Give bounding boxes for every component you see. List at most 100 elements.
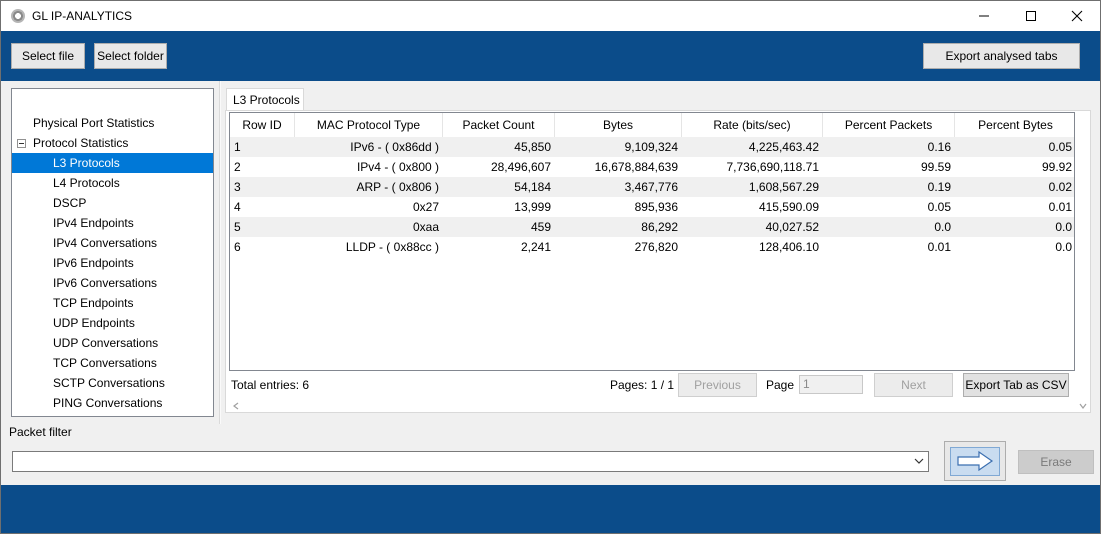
app-gear-icon <box>11 9 25 23</box>
tree-item-sctp-conversations[interactable]: SCTP Conversations <box>50 373 171 393</box>
tree-item-tcp-conversations[interactable]: TCP Conversations <box>50 353 163 373</box>
apply-filter-button[interactable] <box>944 441 1006 481</box>
scroll-left-icon[interactable] <box>229 399 243 413</box>
minimize-button[interactable] <box>961 1 1007 31</box>
page-number-input[interactable]: 1 <box>799 375 863 394</box>
cell-percent-bytes: 0.01 <box>1048 200 1072 214</box>
cell-bytes: 9,109,324 <box>624 140 678 154</box>
cell-percent-bytes: 0.02 <box>1048 180 1072 194</box>
cell-percent-bytes: 0.0 <box>1055 220 1072 234</box>
horizontal-scrollbar[interactable] <box>229 399 1075 413</box>
statistics-tree: Physical Port Statistics Protocol Statis… <box>11 88 214 417</box>
cell-rate: 40,027.52 <box>765 220 819 234</box>
bottom-bar <box>1 485 1100 533</box>
tree-item-ping-conversations[interactable]: PING Conversations <box>50 393 168 413</box>
cell-percent-packets: 0.01 <box>927 240 951 254</box>
table-row[interactable]: 2 IPv4 - ( 0x800 ) 28,496,607 16,678,884… <box>230 157 1074 177</box>
erase-button[interactable]: Erase <box>1018 450 1094 474</box>
title-bar: GL IP-ANALYTICS <box>0 0 1101 31</box>
select-file-button[interactable]: Select file <box>11 43 85 69</box>
cell-percent-packets: 0.05 <box>927 200 951 214</box>
cell-row-id: 3 <box>234 180 241 194</box>
export-tab-csv-button[interactable]: Export Tab as CSV <box>963 373 1069 397</box>
scroll-down-icon[interactable] <box>1076 399 1090 413</box>
cell-protocol-type: IPv4 - ( 0x800 ) <box>356 160 439 174</box>
cell-percent-packets: 0.16 <box>927 140 951 154</box>
chevron-down-icon[interactable] <box>914 457 924 465</box>
window-title: GL IP-ANALYTICS <box>32 9 133 23</box>
export-analysed-tabs-button[interactable]: Export analysed tabs <box>923 43 1080 69</box>
cell-bytes: 895,936 <box>634 200 678 214</box>
cell-protocol-type: 0x27 <box>412 200 439 214</box>
table-row[interactable]: 4 0x27 13,999 895,936 415,590.09 0.05 0.… <box>230 197 1074 217</box>
cell-protocol-type: IPv6 - ( 0x86dd ) <box>350 140 439 154</box>
column-header-percent-packets[interactable]: Percent Packets <box>823 113 955 138</box>
cell-packet-count: 13,999 <box>514 200 551 214</box>
tree-item-tcp-endpoints[interactable]: TCP Endpoints <box>50 293 140 313</box>
cell-protocol-type: ARP - ( 0x806 ) <box>356 180 439 194</box>
tree-item-dscp[interactable]: DSCP <box>50 193 92 213</box>
column-header-percent-bytes[interactable]: Percent Bytes <box>955 113 1074 138</box>
select-folder-button[interactable]: Select folder <box>94 43 167 69</box>
table-row[interactable]: 6 LLDP - ( 0x88cc ) 2,241 276,820 128,40… <box>230 237 1074 257</box>
table-row[interactable]: 5 0xaa 459 86,292 40,027.52 0.0 0.0 <box>230 217 1074 237</box>
tab-l3-protocols[interactable]: L3 Protocols <box>226 88 304 111</box>
tree-item-udp-endpoints[interactable]: UDP Endpoints <box>50 313 141 333</box>
table-row[interactable]: 1 IPv6 - ( 0x86dd ) 45,850 9,109,324 4,2… <box>230 137 1074 157</box>
tree-item-udp-conversations[interactable]: UDP Conversations <box>50 333 164 353</box>
cell-bytes: 16,678,884,639 <box>594 160 678 174</box>
top-toolbar: Select file Select folder Export analyse… <box>1 31 1100 81</box>
cell-packet-count: 2,241 <box>520 240 551 254</box>
column-header-packet-count[interactable]: Packet Count <box>443 113 555 138</box>
cell-rate: 7,736,690,118.71 <box>726 160 819 174</box>
cell-percent-bytes: 0.0 <box>1055 240 1072 254</box>
cell-percent-packets: 0.0 <box>934 220 951 234</box>
tree-item-ipv4-conversations[interactable]: IPv4 Conversations <box>50 233 163 253</box>
cell-row-id: 2 <box>234 160 241 174</box>
cell-row-id: 4 <box>234 200 241 214</box>
column-header-mac-protocol-type[interactable]: MAC Protocol Type <box>295 113 443 138</box>
cell-percent-packets: 0.19 <box>927 180 951 194</box>
grid-header: Row ID MAC Protocol Type Packet Count By… <box>230 113 1074 138</box>
page-count: Pages: 1 / 1 <box>610 378 675 392</box>
page-label: Page <box>766 378 795 392</box>
tree-item-ipv4-endpoints[interactable]: IPv4 Endpoints <box>50 213 140 233</box>
cell-packet-count: 459 <box>530 220 551 234</box>
maximize-icon <box>1026 11 1036 21</box>
cell-percent-packets: 99.59 <box>920 160 951 174</box>
cell-bytes: 3,467,776 <box>624 180 678 194</box>
next-button[interactable]: Next <box>874 373 953 397</box>
main-area: Physical Port Statistics Protocol Statis… <box>1 81 1100 424</box>
tree-item-l4-protocols[interactable]: L4 Protocols <box>50 173 126 193</box>
tree-item-protocol-statistics[interactable]: Protocol Statistics <box>30 133 134 153</box>
column-header-row-id[interactable]: Row ID <box>230 113 295 138</box>
tree-item-ipv6-endpoints[interactable]: IPv6 Endpoints <box>50 253 140 273</box>
previous-button[interactable]: Previous <box>678 373 757 397</box>
cell-bytes: 276,820 <box>634 240 678 254</box>
collapse-toggle-icon[interactable] <box>17 139 26 148</box>
minimize-icon <box>979 15 989 17</box>
close-button[interactable] <box>1054 1 1100 31</box>
panel-splitter[interactable] <box>219 81 221 424</box>
cell-rate: 415,590.09 <box>758 200 819 214</box>
cell-packet-count: 45,850 <box>514 140 551 154</box>
cell-row-id: 5 <box>234 220 241 234</box>
packet-filter-label: Packet filter <box>9 425 72 439</box>
packet-filter-combobox[interactable] <box>12 451 929 472</box>
cell-packet-count: 28,496,607 <box>490 160 551 174</box>
tree-item-ipv6-conversations[interactable]: IPv6 Conversations <box>50 273 163 293</box>
tree-item-physical-port-statistics[interactable]: Physical Port Statistics <box>30 113 160 133</box>
cell-bytes: 86,292 <box>641 220 678 234</box>
vertical-scrollbar[interactable] <box>1076 112 1090 413</box>
cell-row-id: 6 <box>234 240 241 254</box>
cell-percent-bytes: 0.05 <box>1048 140 1072 154</box>
column-header-bytes[interactable]: Bytes <box>555 113 682 138</box>
maximize-button[interactable] <box>1008 1 1054 31</box>
tab-content: Row ID MAC Protocol Type Packet Count By… <box>225 110 1091 413</box>
data-grid: Row ID MAC Protocol Type Packet Count By… <box>229 112 1075 371</box>
tree-item-l3-protocols[interactable]: L3 Protocols <box>12 153 213 173</box>
packet-filter-area: Packet filter Erase <box>1 424 1100 485</box>
table-row[interactable]: 3 ARP - ( 0x806 ) 54,184 3,467,776 1,608… <box>230 177 1074 197</box>
cell-protocol-type: 0xaa <box>412 220 439 234</box>
column-header-rate[interactable]: Rate (bits/sec) <box>682 113 823 138</box>
